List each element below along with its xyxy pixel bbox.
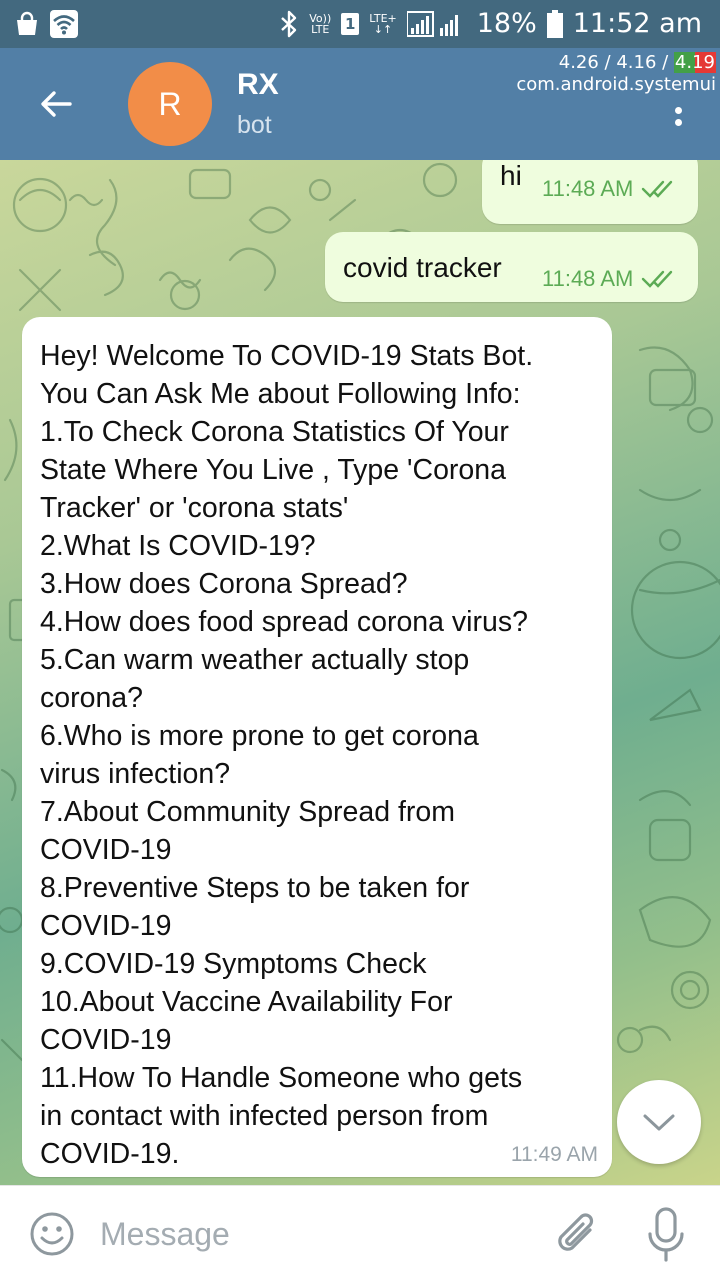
status-right-icons: Vo)) LTE 1 LTE+ ↓↑ 18% 11:52 am xyxy=(279,6,702,42)
wifi-icon xyxy=(50,10,78,38)
message-time: 11:48 AM xyxy=(542,266,634,291)
chat-header: R RX bot 4.26 / 4.16 / 4.19 com.android.… xyxy=(0,48,720,160)
overlay-process: com.android.systemui xyxy=(516,74,716,95)
load-average: 4.26 / 4.16 / xyxy=(558,52,674,73)
bluetooth-icon xyxy=(281,10,297,38)
message-time: 11:48 AM xyxy=(542,176,634,201)
more-vert-dot xyxy=(674,118,682,126)
paperclip-icon[interactable] xyxy=(552,1208,602,1262)
scroll-to-bottom-button[interactable] xyxy=(617,1080,701,1164)
outgoing-message[interactable]: covid tracker 11:48 AM xyxy=(325,232,698,302)
cpu-overlay: 4.26 / 4.16 / 4.19 com.android.systemui xyxy=(516,52,716,96)
lte-indicator: LTE+ ↓↑ xyxy=(369,12,397,36)
message-composer xyxy=(0,1185,720,1281)
shopping-bag-icon xyxy=(17,11,37,35)
avatar[interactable]: R xyxy=(128,62,212,146)
message-text: hi xyxy=(500,160,522,191)
back-arrow-icon xyxy=(41,91,72,117)
message-meta: 11:48 AM xyxy=(542,176,677,202)
chevron-down-icon xyxy=(643,1114,675,1131)
battery-percent: 18% xyxy=(476,8,537,39)
message-input[interactable] xyxy=(100,1208,520,1260)
status-left-icons xyxy=(14,9,78,39)
message-meta: 11:48 AM xyxy=(542,266,677,292)
chat-subtitle: bot xyxy=(237,111,272,139)
signal-icon xyxy=(406,11,458,37)
emoji-icon[interactable] xyxy=(28,1210,76,1258)
more-options-button[interactable] xyxy=(666,96,690,136)
chat-title[interactable]: RX xyxy=(237,68,279,102)
message-text: covid tracker xyxy=(343,252,502,283)
outgoing-message[interactable]: hi 11:48 AM xyxy=(482,160,698,224)
message-time: 11:49 AM xyxy=(510,1143,598,1166)
load-average-last: 4.19 xyxy=(673,52,716,73)
status-bar: Vo)) LTE 1 LTE+ ↓↑ 18% 11:52 am xyxy=(0,0,720,48)
volte-indicator: Vo)) LTE xyxy=(309,12,332,36)
back-button[interactable] xyxy=(28,76,84,132)
incoming-message[interactable]: Hey! Welcome To COVID-19 Stats Bot. You … xyxy=(22,317,612,1177)
status-time: 11:52 am xyxy=(572,8,702,39)
message-text: Hey! Welcome To COVID-19 Stats Bot. You … xyxy=(40,340,534,1170)
battery-icon xyxy=(546,10,563,38)
chat-messages[interactable]: hi 11:48 AM covid tracker 11:48 AM Hey! … xyxy=(0,160,720,1185)
microphone-icon[interactable] xyxy=(644,1206,688,1264)
double-check-icon xyxy=(642,270,673,288)
more-vert-icon xyxy=(674,106,682,114)
sim-slot-badge: 1 xyxy=(341,13,360,35)
double-check-icon xyxy=(642,180,673,198)
